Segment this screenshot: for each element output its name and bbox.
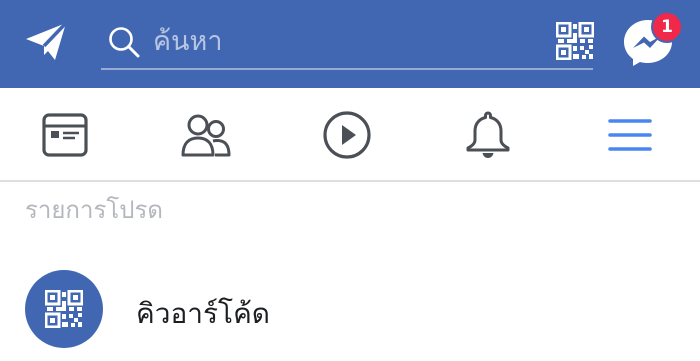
tab-friends[interactable]: [176, 108, 236, 162]
favorites-header: รายการโปรด: [25, 196, 163, 224]
tab-menu[interactable]: [600, 108, 660, 162]
tab-watch[interactable]: [317, 108, 377, 162]
list-item-qr-code[interactable]: คิวอาร์โค้ด: [0, 258, 700, 358]
search-bar[interactable]: [101, 14, 593, 70]
menu-hamburger-icon: [608, 119, 652, 151]
qr-code-button[interactable]: [555, 21, 595, 61]
watch-play-icon: [323, 111, 371, 159]
list-item-label: คิวอาร์โค้ด: [136, 297, 270, 330]
news-feed-icon: [42, 113, 88, 157]
search-input[interactable]: [153, 20, 573, 62]
paper-plane-button[interactable]: [22, 20, 72, 64]
notifications-bell-icon: [466, 111, 510, 158]
search-icon: [109, 27, 140, 58]
qr-code-icon: [555, 21, 595, 61]
friends-icon: [181, 114, 231, 157]
notification-badge: 1: [651, 11, 683, 43]
qr-code-icon: [45, 290, 83, 328]
tab-news-feed[interactable]: [35, 108, 95, 162]
tab-bar: [0, 88, 700, 182]
paper-plane-icon: [26, 21, 68, 60]
top-bar: 1: [0, 0, 700, 88]
qr-code-item-avatar: [25, 270, 103, 348]
tab-notifications[interactable]: [458, 108, 518, 162]
